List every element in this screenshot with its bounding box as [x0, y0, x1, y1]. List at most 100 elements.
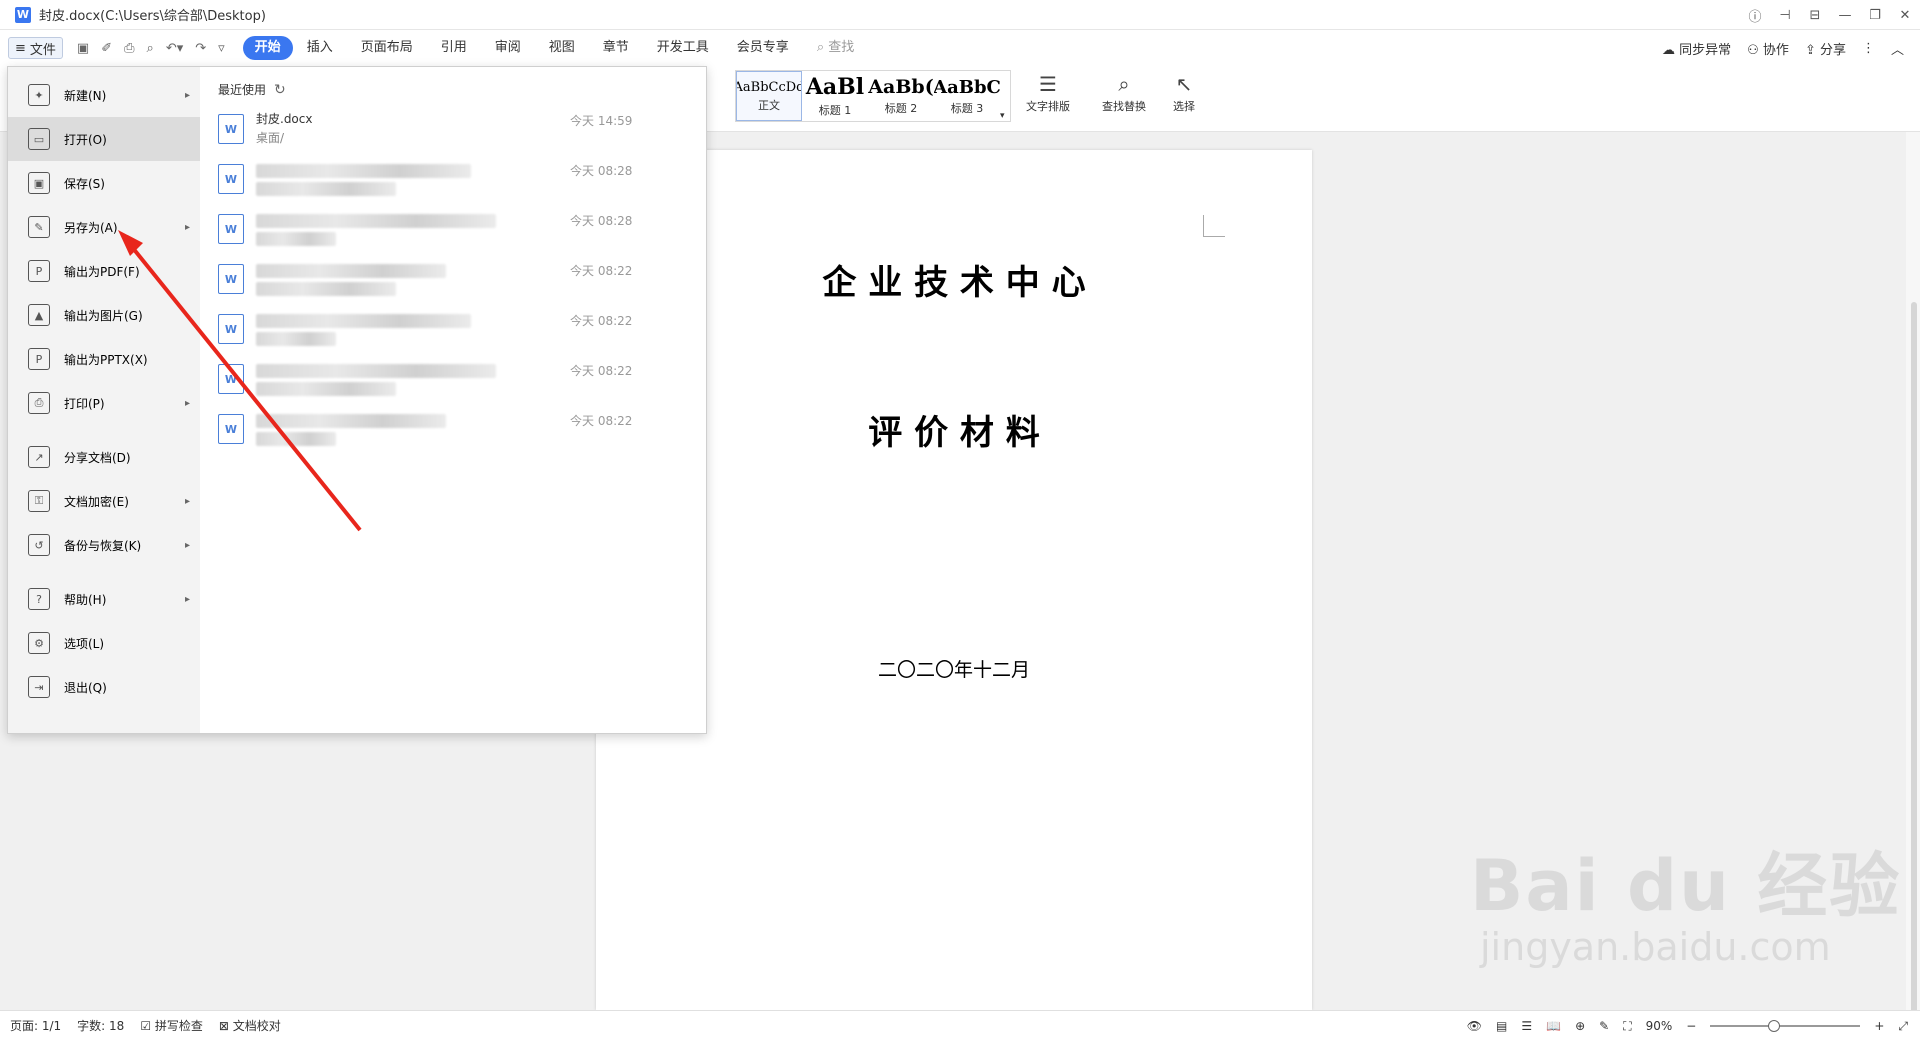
minimize-button[interactable]: —: [1830, 8, 1860, 23]
tab-references[interactable]: 引用: [427, 36, 481, 60]
eye-protection-icon[interactable]: 👁: [1467, 1019, 1482, 1033]
file-menu-item[interactable]: ✎ 另存为(A) ▸: [8, 205, 200, 249]
quick-access-toolbar: ▣ ✐ ⎙ ⌕ ↶▾ ↷ ▿: [77, 41, 225, 56]
recent-file-time: 今天 08:22: [570, 264, 633, 278]
recent-file-item[interactable]: W 今天 08:28: [218, 210, 688, 260]
tab-home[interactable]: 开始: [242, 36, 293, 60]
customize-dropdown-icon[interactable]: ▿: [218, 41, 225, 56]
word-doc-icon: W: [218, 414, 244, 444]
tab-page-layout[interactable]: 页面布局: [347, 36, 427, 60]
share-button[interactable]: ⇪ 分享: [1805, 39, 1846, 58]
file-menu-item[interactable]: P 输出为PPTX(X): [8, 337, 200, 381]
style-normal[interactable]: AaBbCcDd 正文: [736, 71, 802, 121]
recent-file-item[interactable]: W 今天 08:22: [218, 260, 688, 310]
file-menu-item[interactable]: ▲ 输出为图片(G): [8, 293, 200, 337]
recent-file-path: 桌面/: [256, 131, 285, 145]
collapse-ribbon-icon[interactable]: ︿: [1891, 39, 1904, 58]
file-menu-item[interactable]: ⎙ 打印(P) ▸: [8, 381, 200, 425]
file-menu-item[interactable]: ▣ 保存(S): [8, 161, 200, 205]
file-menu-item-label: 打印(P): [64, 396, 105, 411]
file-menu-button[interactable]: ≡ 文件: [8, 37, 63, 59]
submenu-arrow-icon: ▸: [184, 539, 190, 551]
recent-file-item[interactable]: W 今天 08:28: [218, 160, 688, 210]
recent-files-list: W 封皮.docx 桌面/今天 14:59 W 今天 08:28 W 今天 08:28 W 今天…: [218, 110, 688, 460]
vertical-scrollbar[interactable]: [1906, 132, 1920, 1040]
tab-section[interactable]: 章节: [589, 36, 643, 60]
collaborate-button[interactable]: ⚇ 协作: [1747, 39, 1789, 58]
undo-icon[interactable]: ↶▾: [166, 41, 183, 56]
file-menu-item[interactable]: ✦ 新建(N) ▸: [8, 73, 200, 117]
open-folder-icon: ▭: [28, 128, 50, 150]
style-heading-3[interactable]: AaBbC 标题 3: [934, 71, 1000, 121]
layout-icon[interactable]: ⊟: [1800, 8, 1830, 23]
tab-review[interactable]: 审阅: [481, 36, 535, 60]
file-menu-item[interactable]: ⇥ 退出(Q): [8, 665, 200, 709]
fullscreen-icon[interactable]: ⤢: [1898, 1019, 1908, 1034]
recent-file-item[interactable]: W 今天 08:22: [218, 410, 688, 460]
style-label: 标题 1: [818, 104, 852, 117]
new-doc-icon: ✦: [28, 84, 50, 106]
outline-view-icon[interactable]: ☰: [1521, 1019, 1532, 1033]
window-title: 封皮.docx(C:\Users\综合部\Desktop): [39, 9, 266, 24]
style-sample: AaBbCcDd: [736, 79, 802, 95]
recent-file-item[interactable]: W 今天 08:22: [218, 310, 688, 360]
print-icon: ⎙: [28, 392, 50, 414]
tab-insert[interactable]: 插入: [293, 36, 347, 60]
doc-proof-button[interactable]: ⊠ 文档校对: [219, 1017, 281, 1034]
tab-developer[interactable]: 开发工具: [643, 36, 723, 60]
sync-status-button[interactable]: ☁ 同步异常: [1662, 39, 1731, 58]
restore-button[interactable]: ❐: [1860, 8, 1890, 23]
reading-view-icon[interactable]: 📖: [1546, 1019, 1561, 1033]
fit-page-icon[interactable]: ⛶: [1623, 1019, 1631, 1034]
text-layout-button[interactable]: ☰ 文字排版: [1026, 70, 1070, 114]
file-menu-item[interactable]: ⚿ 文档加密(E) ▸: [8, 479, 200, 523]
zoom-slider-knob[interactable]: [1768, 1020, 1781, 1032]
pin-icon[interactable]: ⊣: [1770, 8, 1800, 23]
word-count[interactable]: 字数: 18: [77, 1017, 124, 1034]
search-tab[interactable]: ⌕ 查找: [803, 36, 868, 60]
backup-icon: ↺: [28, 534, 50, 556]
find-replace-button[interactable]: ⌕ 查找替换: [1102, 70, 1146, 114]
close-button[interactable]: ✕: [1890, 8, 1920, 23]
zoom-out-icon[interactable]: −: [1686, 1019, 1696, 1033]
print-preview-icon[interactable]: ⌕: [147, 41, 154, 56]
scroll-thumb[interactable]: [1911, 302, 1917, 1040]
file-menu-item[interactable]: ? 帮助(H) ▸: [8, 577, 200, 621]
word-doc-icon: W: [218, 214, 244, 244]
recent-file-info: [256, 160, 471, 196]
print-quick-icon[interactable]: ⎙: [124, 41, 134, 56]
zoom-level[interactable]: 90%: [1646, 1019, 1673, 1033]
recent-file-item[interactable]: W 封皮.docx 桌面/今天 14:59: [218, 110, 688, 160]
more-options-icon[interactable]: ⋮: [1862, 41, 1875, 56]
status-left: 页面: 1/1 字数: 18 ☑ 拼写检查 ⊠ 文档校对: [10, 1017, 281, 1034]
zoom-in-icon[interactable]: +: [1874, 1019, 1884, 1033]
select-button[interactable]: ↖ 选择: [1170, 70, 1198, 114]
refresh-icon[interactable]: ↻: [274, 82, 286, 98]
file-menu-item[interactable]: P 输出为PDF(F): [8, 249, 200, 293]
spell-check-button[interactable]: ☑ 拼写检查: [140, 1017, 203, 1034]
web-view-icon[interactable]: ⊕: [1575, 1019, 1585, 1033]
share-icon: ↗: [28, 446, 50, 468]
format-painter-icon[interactable]: ✐: [101, 41, 112, 56]
page-corner-mark: [1203, 215, 1225, 237]
style-heading-1[interactable]: AaBl 标题 1: [802, 71, 868, 121]
info-icon[interactable]: ⓘ: [1740, 6, 1770, 25]
style-gallery-more-icon[interactable]: ▾: [1000, 71, 1010, 121]
submenu-arrow-icon: ▸: [184, 89, 190, 101]
recent-file-item[interactable]: W 今天 08:22: [218, 360, 688, 410]
file-menu-item[interactable]: ↗ 分享文档(D): [8, 435, 200, 479]
file-menu-item[interactable]: ▭ 打开(O): [8, 117, 200, 161]
style-heading-2[interactable]: AaBb( 标题 2: [868, 71, 934, 121]
file-menu-item[interactable]: ⚙ 选项(L): [8, 621, 200, 665]
tab-view[interactable]: 视图: [535, 36, 589, 60]
file-menu-item[interactable]: ↺ 备份与恢复(K) ▸: [8, 523, 200, 567]
file-menu-item-label: 帮助(H): [64, 592, 107, 607]
save-quick-icon[interactable]: ▣: [77, 41, 89, 56]
page-view-icon[interactable]: ▤: [1496, 1019, 1507, 1033]
zoom-slider[interactable]: [1710, 1020, 1861, 1032]
pen-icon[interactable]: ✎: [1599, 1019, 1609, 1033]
redo-icon[interactable]: ↷: [195, 41, 206, 56]
recent-files-panel: 最近使用 ↻ W 封皮.docx 桌面/今天 14:59 W 今天 08:28 W 今天 0…: [200, 67, 706, 733]
page-indicator[interactable]: 页面: 1/1: [10, 1017, 61, 1034]
tab-member[interactable]: 会员专享: [723, 36, 803, 60]
